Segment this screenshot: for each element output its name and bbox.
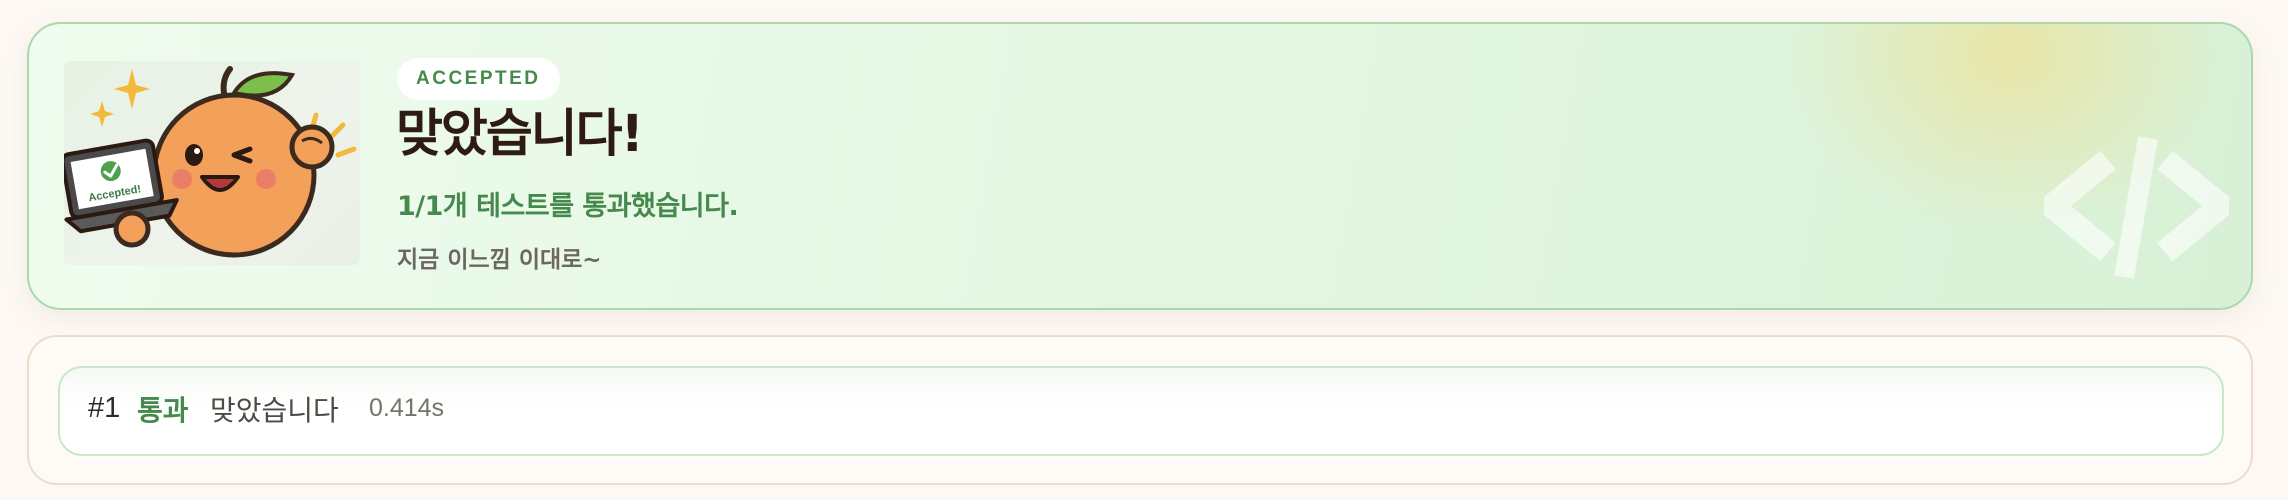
orange-mascot-icon: Accepted! — [60, 61, 360, 265]
test-row: #1 통과 맞았습니다 0.414s — [58, 366, 2224, 456]
code-brackets-icon — [2044, 136, 2229, 279]
result-banner: Accepted! ACCEPTED 맞았습니다! 1/1개 테스트를 통과했습… — [27, 22, 2253, 310]
encouragement-message: 지금 이느낌 이대로~ — [397, 247, 602, 273]
test-time: 0.414s — [369, 394, 445, 422]
status-badge: ACCEPTED — [397, 58, 560, 100]
test-results-panel: #1 통과 맞았습니다 0.414s — [27, 335, 2253, 485]
result-title: 맞았습니다! — [396, 105, 644, 164]
test-number: #1 — [88, 392, 121, 424]
test-summary: 1/1개 테스트를 통과했습니다. — [397, 191, 739, 222]
test-message: 맞았습니다 — [210, 394, 339, 427]
test-status: 통과 — [137, 394, 189, 427]
